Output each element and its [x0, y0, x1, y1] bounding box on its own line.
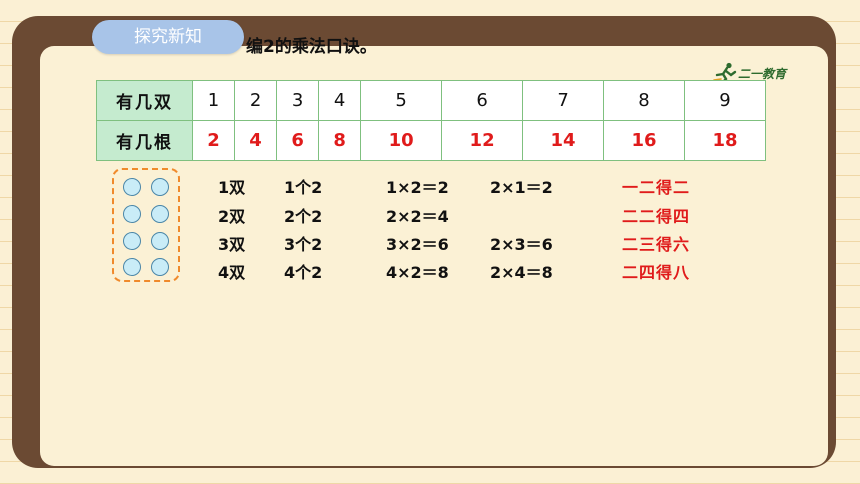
roots-cell: 16	[603, 120, 685, 161]
work-pairs: 3双	[218, 235, 246, 254]
pairs-table: 有几双 1 2 3 4 5 6 7 8 9 有几根 2 4 6 8 10 12 …	[96, 80, 766, 161]
work-rhyme: 二三得六	[622, 235, 691, 254]
section-tag: 探究新知	[92, 20, 244, 54]
roots-cell: 2	[191, 120, 236, 161]
work-groups: 1个2	[284, 178, 323, 197]
pairs-cell: 3	[276, 80, 320, 121]
dot-icon	[151, 178, 169, 196]
work-pairs: 2双	[218, 207, 246, 226]
pairs-cell: 4	[318, 80, 362, 121]
chopstick-dots-box	[112, 168, 180, 282]
task-title: 编2的乘法口诀。	[246, 37, 377, 57]
work-equation: 4×2＝8	[386, 263, 449, 282]
dot-icon	[123, 258, 141, 276]
work-pairs: 1双	[218, 178, 246, 197]
work-equation: 2×2＝4	[386, 207, 449, 226]
dot-icon	[123, 205, 141, 223]
work-rhyme: 一二得二	[622, 178, 691, 197]
work-pairs: 4双	[218, 263, 246, 282]
work-rhyme: 二四得八	[622, 263, 691, 282]
work-equation: 2×1＝2	[490, 178, 553, 197]
row-label-pairs: 有几双	[96, 80, 193, 121]
work-equation: 2×3＝6	[490, 235, 553, 254]
work-equation: 2×4＝8	[490, 263, 553, 282]
dot-icon	[151, 258, 169, 276]
pairs-cell: 7	[522, 80, 605, 121]
work-groups: 2个2	[284, 207, 323, 226]
dot-icon	[151, 232, 169, 250]
pairs-row: 有几双 1 2 3 4 5 6 7 8 9	[96, 80, 766, 121]
work-groups: 4个2	[284, 263, 323, 282]
roots-cell: 6	[276, 120, 320, 161]
roots-cell: 10	[360, 120, 443, 161]
row-label-roots: 有几根	[96, 120, 193, 161]
pairs-cell: 1	[191, 80, 236, 121]
dot-icon	[151, 205, 169, 223]
work-rhyme: 二二得四	[622, 207, 691, 226]
roots-cell: 4	[234, 120, 278, 161]
roots-cell: 14	[522, 120, 605, 161]
pairs-cell: 5	[360, 80, 443, 121]
work-equation: 1×2＝2	[386, 178, 449, 197]
work-equation: 3×2＝6	[386, 235, 449, 254]
pairs-cell: 2	[234, 80, 278, 121]
pairs-cell: 6	[441, 80, 524, 121]
work-groups: 3个2	[284, 235, 323, 254]
roots-cell: 18	[684, 120, 766, 161]
roots-cell: 8	[318, 120, 362, 161]
dot-icon	[123, 178, 141, 196]
pairs-cell: 9	[684, 80, 766, 121]
dot-icon	[123, 232, 141, 250]
roots-cell: 12	[441, 120, 524, 161]
roots-row: 有几根 2 4 6 8 10 12 14 16 18	[96, 120, 766, 161]
pairs-cell: 8	[603, 80, 685, 121]
